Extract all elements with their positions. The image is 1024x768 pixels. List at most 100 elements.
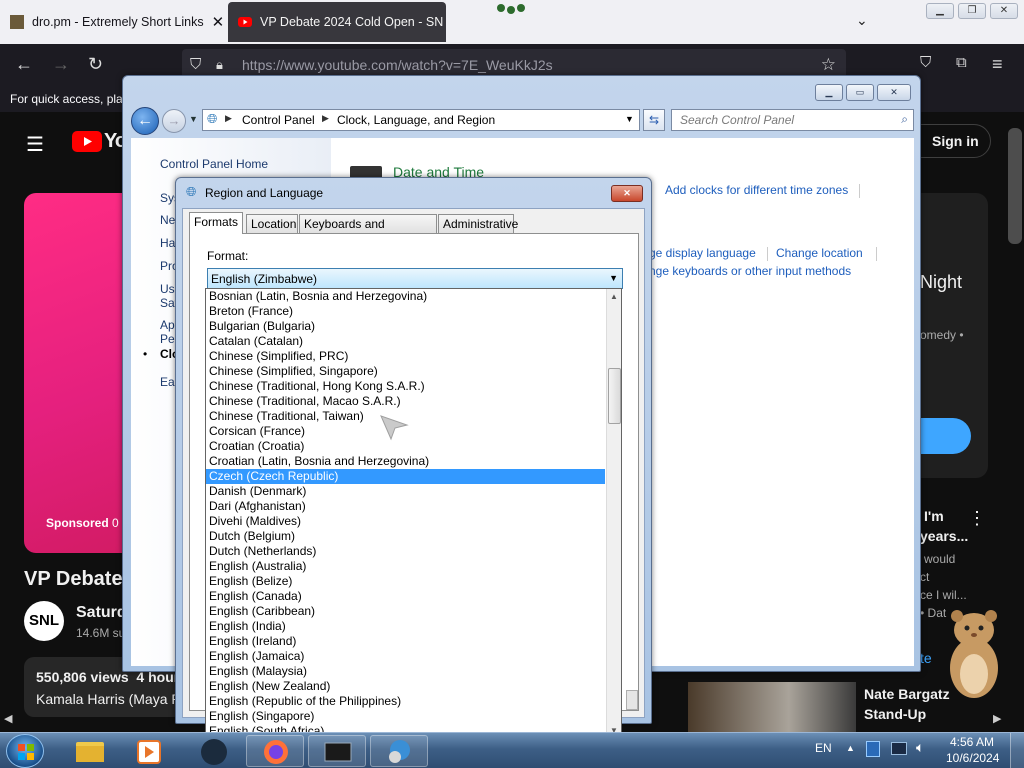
tab-youtube[interactable]: VP Debate 2024 Cold Open - SN ✕ xyxy=(228,2,446,42)
format-combobox[interactable]: English (Zimbabwe) ▼ xyxy=(207,268,623,289)
format-option[interactable]: English (Australia) xyxy=(206,559,605,574)
more-options-icon[interactable]: ⋮ xyxy=(968,508,986,529)
recent-pages-icon[interactable]: ▼ xyxy=(189,114,198,124)
format-option[interactable]: Breton (France) xyxy=(206,304,605,319)
format-option[interactable]: Czech (Czech Republic) xyxy=(206,469,605,484)
taskbar-firefox[interactable] xyxy=(246,735,304,767)
format-dropdown-list[interactable]: Bosnian (Latin, Bosnia and Herzegovina) B… xyxy=(205,288,622,739)
network-icon[interactable] xyxy=(891,742,907,755)
list-all-tabs-icon[interactable]: ⌄ xyxy=(856,12,868,29)
taskbar-app-dark[interactable] xyxy=(184,735,242,767)
format-option[interactable]: English (Canada) xyxy=(206,589,605,604)
dropdown-scroll-thumb[interactable] xyxy=(608,368,621,424)
keyboards-link[interactable]: nge keyboards or other input methods xyxy=(649,264,851,278)
close-tab-icon[interactable]: ✕ xyxy=(443,13,446,31)
breadcrumb-control-panel[interactable]: Control Panel xyxy=(242,113,315,127)
rec-link[interactable]: te xyxy=(920,650,932,666)
cp-back-button[interactable]: ← xyxy=(131,107,159,135)
tab-keyboards-languages[interactable]: Keyboards and Languages xyxy=(299,214,437,249)
format-option[interactable]: Bulgarian (Bulgaria) xyxy=(206,319,605,334)
clock-time[interactable]: 4:56 AM xyxy=(946,735,998,749)
rec-title-nate[interactable]: Nate Bargatz xyxy=(864,686,950,702)
close-window-button[interactable]: ✕ xyxy=(990,3,1018,19)
cp-home-link[interactable]: Control Panel Home xyxy=(160,157,268,171)
youtube-logo[interactable]: Yo xyxy=(72,130,127,153)
reload-icon[interactable]: ↻ xyxy=(88,54,103,75)
refresh-icon[interactable]: ⇆ xyxy=(643,109,665,131)
back-icon[interactable]: ← xyxy=(15,54,33,75)
format-option[interactable]: Chinese (Traditional, Macao S.A.R.) xyxy=(206,394,605,409)
breadcrumb-dropdown-icon[interactable]: ▼ xyxy=(625,114,634,124)
channel-avatar[interactable]: SNL xyxy=(24,601,64,641)
taskbar-window-2[interactable] xyxy=(308,735,366,767)
format-option[interactable]: English (Republic of the Philippines) xyxy=(206,694,605,709)
start-button[interactable] xyxy=(6,734,44,768)
format-option[interactable]: Croatian (Latin, Bosnia and Herzegovina) xyxy=(206,454,605,469)
combobox-arrow-icon[interactable]: ▼ xyxy=(609,273,618,283)
dialog-button-edge[interactable] xyxy=(626,690,638,710)
language-indicator[interactable]: EN xyxy=(815,741,832,755)
cp-search-box[interactable]: Search Control Panel ⌕ xyxy=(671,109,914,131)
format-option[interactable]: Croatian (Croatia) xyxy=(206,439,605,454)
format-option[interactable]: English (Jamaica) xyxy=(206,649,605,664)
cp-minimize-button[interactable]: ▁ xyxy=(815,84,843,101)
format-option[interactable]: Chinese (Simplified, PRC) xyxy=(206,349,605,364)
show-hidden-icons-icon[interactable]: ▲ xyxy=(846,743,855,753)
cp-nav-appearance[interactable]: Ap xyxy=(160,318,175,332)
format-option[interactable]: English (Malaysia) xyxy=(206,664,605,679)
format-option[interactable]: Catalan (Catalan) xyxy=(206,334,605,349)
menu-icon[interactable]: ≡ xyxy=(992,54,1003,75)
tray-app-icon[interactable] xyxy=(866,741,880,757)
format-option[interactable]: English (Ireland) xyxy=(206,634,605,649)
tab-dro-pm[interactable]: dro.pm - Extremely Short Links ✕ xyxy=(0,2,225,42)
format-option[interactable]: Dutch (Belgium) xyxy=(206,529,605,544)
scroll-left-icon[interactable]: ◀ xyxy=(4,712,12,725)
restore-button[interactable]: ❐ xyxy=(958,3,986,19)
taskbar-media-player[interactable] xyxy=(120,735,178,767)
change-location-link[interactable]: Change location xyxy=(776,246,863,260)
format-option[interactable]: Chinese (Simplified, Singapore) xyxy=(206,364,605,379)
channel-name[interactable]: Saturd xyxy=(76,604,127,622)
volume-icon[interactable]: 🔈︎ xyxy=(916,739,924,756)
add-clocks-link[interactable]: Add clocks for different time zones xyxy=(665,183,848,197)
tab-administrative[interactable]: Administrative xyxy=(438,214,518,233)
taskbar-explorer[interactable] xyxy=(60,735,118,767)
show-desktop-button[interactable] xyxy=(1010,733,1024,768)
search-icon[interactable]: ⌕ xyxy=(901,112,908,127)
format-option[interactable]: English (Belize) xyxy=(206,574,605,589)
cp-nav-network[interactable]: Ne xyxy=(160,213,175,227)
dialog-close-button[interactable]: ✕ xyxy=(611,185,643,202)
format-option[interactable]: Dari (Afghanistan) xyxy=(206,499,605,514)
dropdown-scrollbar[interactable]: ▲ ▼ xyxy=(606,289,621,738)
rec-thumbnail[interactable] xyxy=(688,682,856,732)
format-option[interactable]: Divehi (Maldives) xyxy=(206,514,605,529)
pocket-icon[interactable]: ⛉ xyxy=(920,54,931,71)
close-tab-icon[interactable]: ✕ xyxy=(204,13,225,31)
format-option[interactable]: Bosnian (Latin, Bosnia and Herzegovina) xyxy=(206,289,605,304)
format-option[interactable]: English (New Zealand) xyxy=(206,679,605,694)
format-option[interactable]: English (Caribbean) xyxy=(206,604,605,619)
rec-title-2[interactable]: years... xyxy=(920,528,968,544)
scroll-right-icon[interactable]: ▶ xyxy=(993,712,1001,725)
page-scrollbar[interactable] xyxy=(1008,128,1022,244)
forward-icon[interactable]: → xyxy=(52,54,70,75)
breadcrumb-clock-language[interactable]: Clock, Language, and Region xyxy=(337,113,495,127)
taskbar-control-panel[interactable] xyxy=(370,735,428,767)
tab-formats[interactable]: Formats xyxy=(189,212,243,234)
cp-close-button[interactable]: ✕ xyxy=(877,84,911,101)
cp-maximize-button[interactable]: ▭ xyxy=(846,84,874,101)
scroll-up-icon[interactable]: ▲ xyxy=(610,292,618,301)
display-language-link[interactable]: ge display language xyxy=(649,246,756,260)
format-option[interactable]: Danish (Denmark) xyxy=(206,484,605,499)
format-option[interactable]: Dutch (Netherlands) xyxy=(206,544,605,559)
cp-forward-button[interactable]: → xyxy=(162,109,186,133)
minimize-button[interactable]: ▁ xyxy=(926,3,954,19)
extensions-icon[interactable]: ⧉ xyxy=(956,54,967,71)
tab-location[interactable]: Location xyxy=(246,214,298,233)
clock-date[interactable]: 10/6/2024 xyxy=(946,751,999,765)
rec-title-1[interactable]: I'm xyxy=(924,508,944,524)
cp-breadcrumb-bar[interactable]: 🌐︎ ▶ Control Panel ▶ Clock, Language, an… xyxy=(202,109,640,131)
cp-nav-hardware[interactable]: Ha xyxy=(160,236,175,250)
format-option[interactable]: English (India) xyxy=(206,619,605,634)
format-option[interactable]: English (Singapore) xyxy=(206,709,605,724)
